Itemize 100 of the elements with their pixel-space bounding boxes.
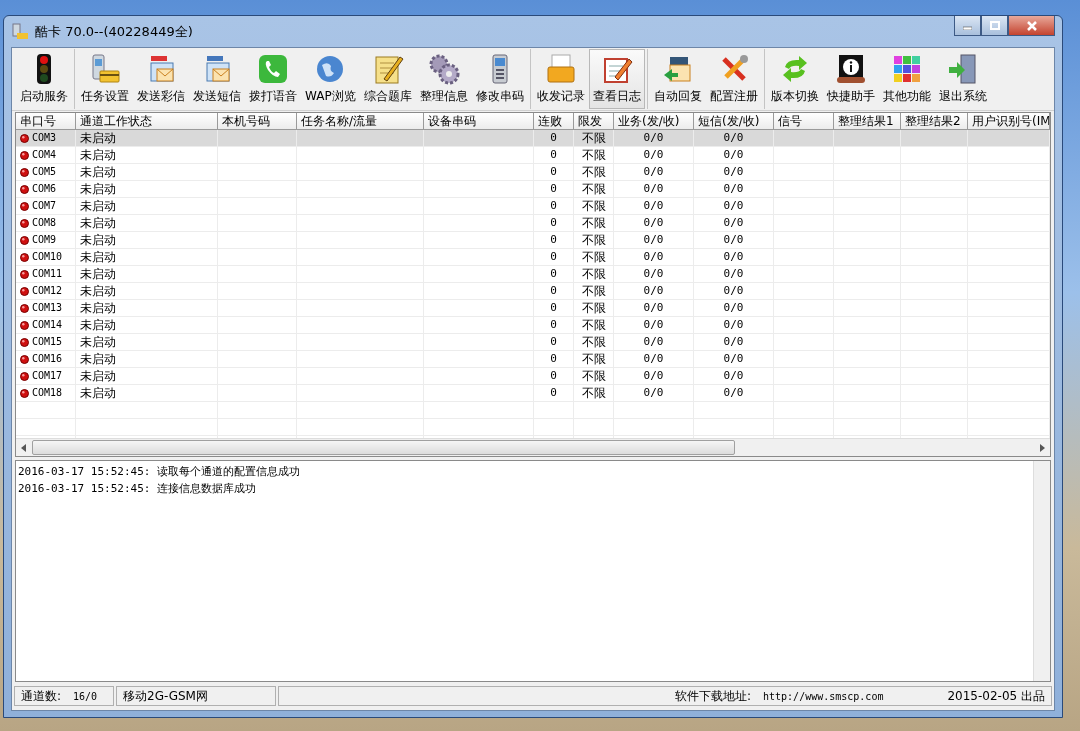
status-led-icon	[20, 320, 29, 330]
toolbar-button[interactable]: 收发记录	[532, 49, 589, 109]
table-row[interactable]: COM6 未启动 0 不限 0/0 0/0	[16, 181, 1050, 198]
inbox-tray-icon	[544, 53, 577, 85]
table-cell-text: COM14	[32, 318, 63, 332]
table-cell-text: COM15	[32, 335, 63, 349]
table-row[interactable]: COM10 未启动 0 不限 0/0 0/0	[16, 249, 1050, 266]
table-row[interactable]: COM13 未启动 0 不限 0/0 0/0	[16, 300, 1050, 317]
column-header[interactable]: 任务名称/流量	[297, 113, 424, 130]
maximize-icon	[989, 21, 1000, 30]
table-row[interactable]: COM16 未启动 0 不限 0/0 0/0	[16, 351, 1050, 368]
table-row[interactable]: COM7 未启动 0 不限 0/0 0/0	[16, 198, 1050, 215]
table-cell-text: COM5	[32, 165, 57, 179]
status-led-icon	[20, 286, 29, 296]
table-row[interactable]: COM9 未启动 0 不限 0/0 0/0	[16, 232, 1050, 249]
toolbar-button[interactable]: 拨打语音	[245, 49, 301, 109]
phone-card-icon	[89, 53, 121, 85]
table-row[interactable]: COM14 未启动 0 不限 0/0 0/0	[16, 317, 1050, 334]
table-cell-text: COM4	[32, 148, 57, 162]
close-button[interactable]	[1008, 16, 1055, 36]
status-led-icon	[20, 388, 29, 398]
toolbar-button[interactable]: 发送彩信	[133, 49, 189, 109]
toolbar-button[interactable]: 配置注册	[705, 49, 762, 109]
status-led-icon	[20, 218, 29, 228]
column-header[interactable]: 用户识别号(IM	[968, 113, 1050, 130]
toolbar-button[interactable]: WAP浏览	[301, 49, 360, 109]
status-led-icon	[20, 167, 29, 177]
status-led-icon	[20, 337, 29, 347]
table-cell-text: COM7	[32, 199, 57, 213]
table-row[interactable]: COM5 未启动 0 不限 0/0 0/0	[16, 164, 1050, 181]
status-led-icon	[20, 150, 29, 160]
table-row[interactable]: COM12 未启动 0 不限 0/0 0/0	[16, 283, 1050, 300]
status-led-icon	[20, 184, 29, 194]
column-header[interactable]: 限发	[574, 113, 614, 130]
table-row[interactable]: COM3 未启动 0 不限 0/0 0/0	[16, 130, 1050, 147]
table-cell-text: COM10	[32, 250, 63, 264]
app-icon	[11, 22, 29, 41]
toolbar-button[interactable]: 版本切换	[766, 49, 823, 109]
table-cell-text: COM9	[32, 233, 57, 247]
status-value: 16/0	[73, 690, 98, 702]
status-label: 通道数:	[21, 687, 62, 705]
status-led-icon	[20, 201, 29, 211]
table-row[interactable]: COM18 未启动 0 不限 0/0 0/0	[16, 385, 1050, 402]
toolbar-button[interactable]: 修改串码	[471, 49, 528, 109]
horizontal-scrollbar[interactable]	[16, 438, 1050, 456]
table-row[interactable]: COM15 未启动 0 不限 0/0 0/0	[16, 334, 1050, 351]
table-cell-text: COM8	[32, 216, 57, 230]
column-header[interactable]: 整理结果2	[901, 113, 968, 130]
table-cell-text: COM17	[32, 369, 63, 383]
column-header[interactable]: 业务(发/收)	[614, 113, 694, 130]
table-row[interactable]: COM11 未启动 0 不限 0/0 0/0	[16, 266, 1050, 283]
table-cell-text: COM6	[32, 182, 57, 196]
toolbar-button[interactable]: 综合题库	[359, 49, 416, 109]
column-header[interactable]: 连败	[534, 113, 574, 130]
toolbar-button[interactable]: 查看日志	[588, 49, 645, 109]
toolbar-button[interactable]: 快捷助手	[822, 49, 879, 109]
close-icon	[1026, 20, 1037, 31]
log-entry: 2016-03-17 15:52:45: 连接信息数据库成功	[18, 481, 258, 497]
maximize-button[interactable]	[981, 16, 1008, 36]
gears-icon	[427, 53, 460, 85]
minimize-button[interactable]	[954, 16, 981, 36]
table-cell-text: COM18	[32, 386, 63, 400]
log-entry: 2016-03-17 15:52:45: 读取每个通道的配置信息成功	[18, 464, 302, 480]
status-label: 软件下载地址:	[674, 687, 751, 705]
column-header[interactable]: 信号	[774, 113, 834, 130]
toolbar-button[interactable]: 自动回复	[649, 49, 706, 109]
status-led-icon	[20, 133, 29, 143]
status-led-icon	[20, 235, 29, 245]
column-header[interactable]: 通道工作状态	[76, 113, 218, 130]
network-text: 移动2G-GSM网	[123, 687, 208, 705]
toolbar-button[interactable]: 启动服务	[16, 49, 72, 109]
table-cell-text: COM13	[32, 301, 63, 315]
status-led-icon	[20, 371, 29, 381]
toolbar-button[interactable]: 退出系统	[934, 49, 991, 109]
table-cell-text: COM11	[32, 267, 63, 281]
table-row[interactable]: COM8 未启动 0 不限 0/0 0/0	[16, 215, 1050, 232]
table-row[interactable]: COM17 未启动 0 不限 0/0 0/0	[16, 368, 1050, 385]
column-header[interactable]: 短信(发/收)	[694, 113, 774, 130]
table-row[interactable]: COM4 未启动 0 不限 0/0 0/0	[16, 147, 1050, 164]
vertical-scrollbar[interactable]	[1033, 461, 1050, 681]
column-header[interactable]: 设备串码	[424, 113, 534, 130]
status-led-icon	[20, 303, 29, 313]
toolbar-button[interactable]: 发送短信	[189, 49, 245, 109]
phone-icon	[257, 53, 289, 85]
status-led-icon	[20, 269, 29, 279]
status-led-icon	[20, 252, 29, 262]
scrollbar-thumb[interactable]	[32, 440, 735, 455]
download-link[interactable]: http://www.smscp.com	[763, 690, 884, 702]
column-header[interactable]: 串口号	[16, 113, 76, 130]
status-led-icon	[20, 354, 29, 364]
table-cell-text: COM16	[32, 352, 63, 366]
toolbar-button[interactable]: 整理信息	[415, 49, 472, 109]
exit-door-icon	[946, 53, 979, 85]
table-cell-text: COM3	[32, 131, 57, 145]
column-header[interactable]: 本机号码	[218, 113, 297, 130]
toolbar-button[interactable]: 任务设置	[77, 49, 133, 109]
column-header[interactable]: 整理结果1	[834, 113, 901, 130]
toolbar-button[interactable]: 其他功能	[878, 49, 935, 109]
window-title: 酷卡 70.0--(40228449全)	[35, 22, 194, 41]
release-date: 2015-02-05 出品	[947, 687, 1045, 705]
